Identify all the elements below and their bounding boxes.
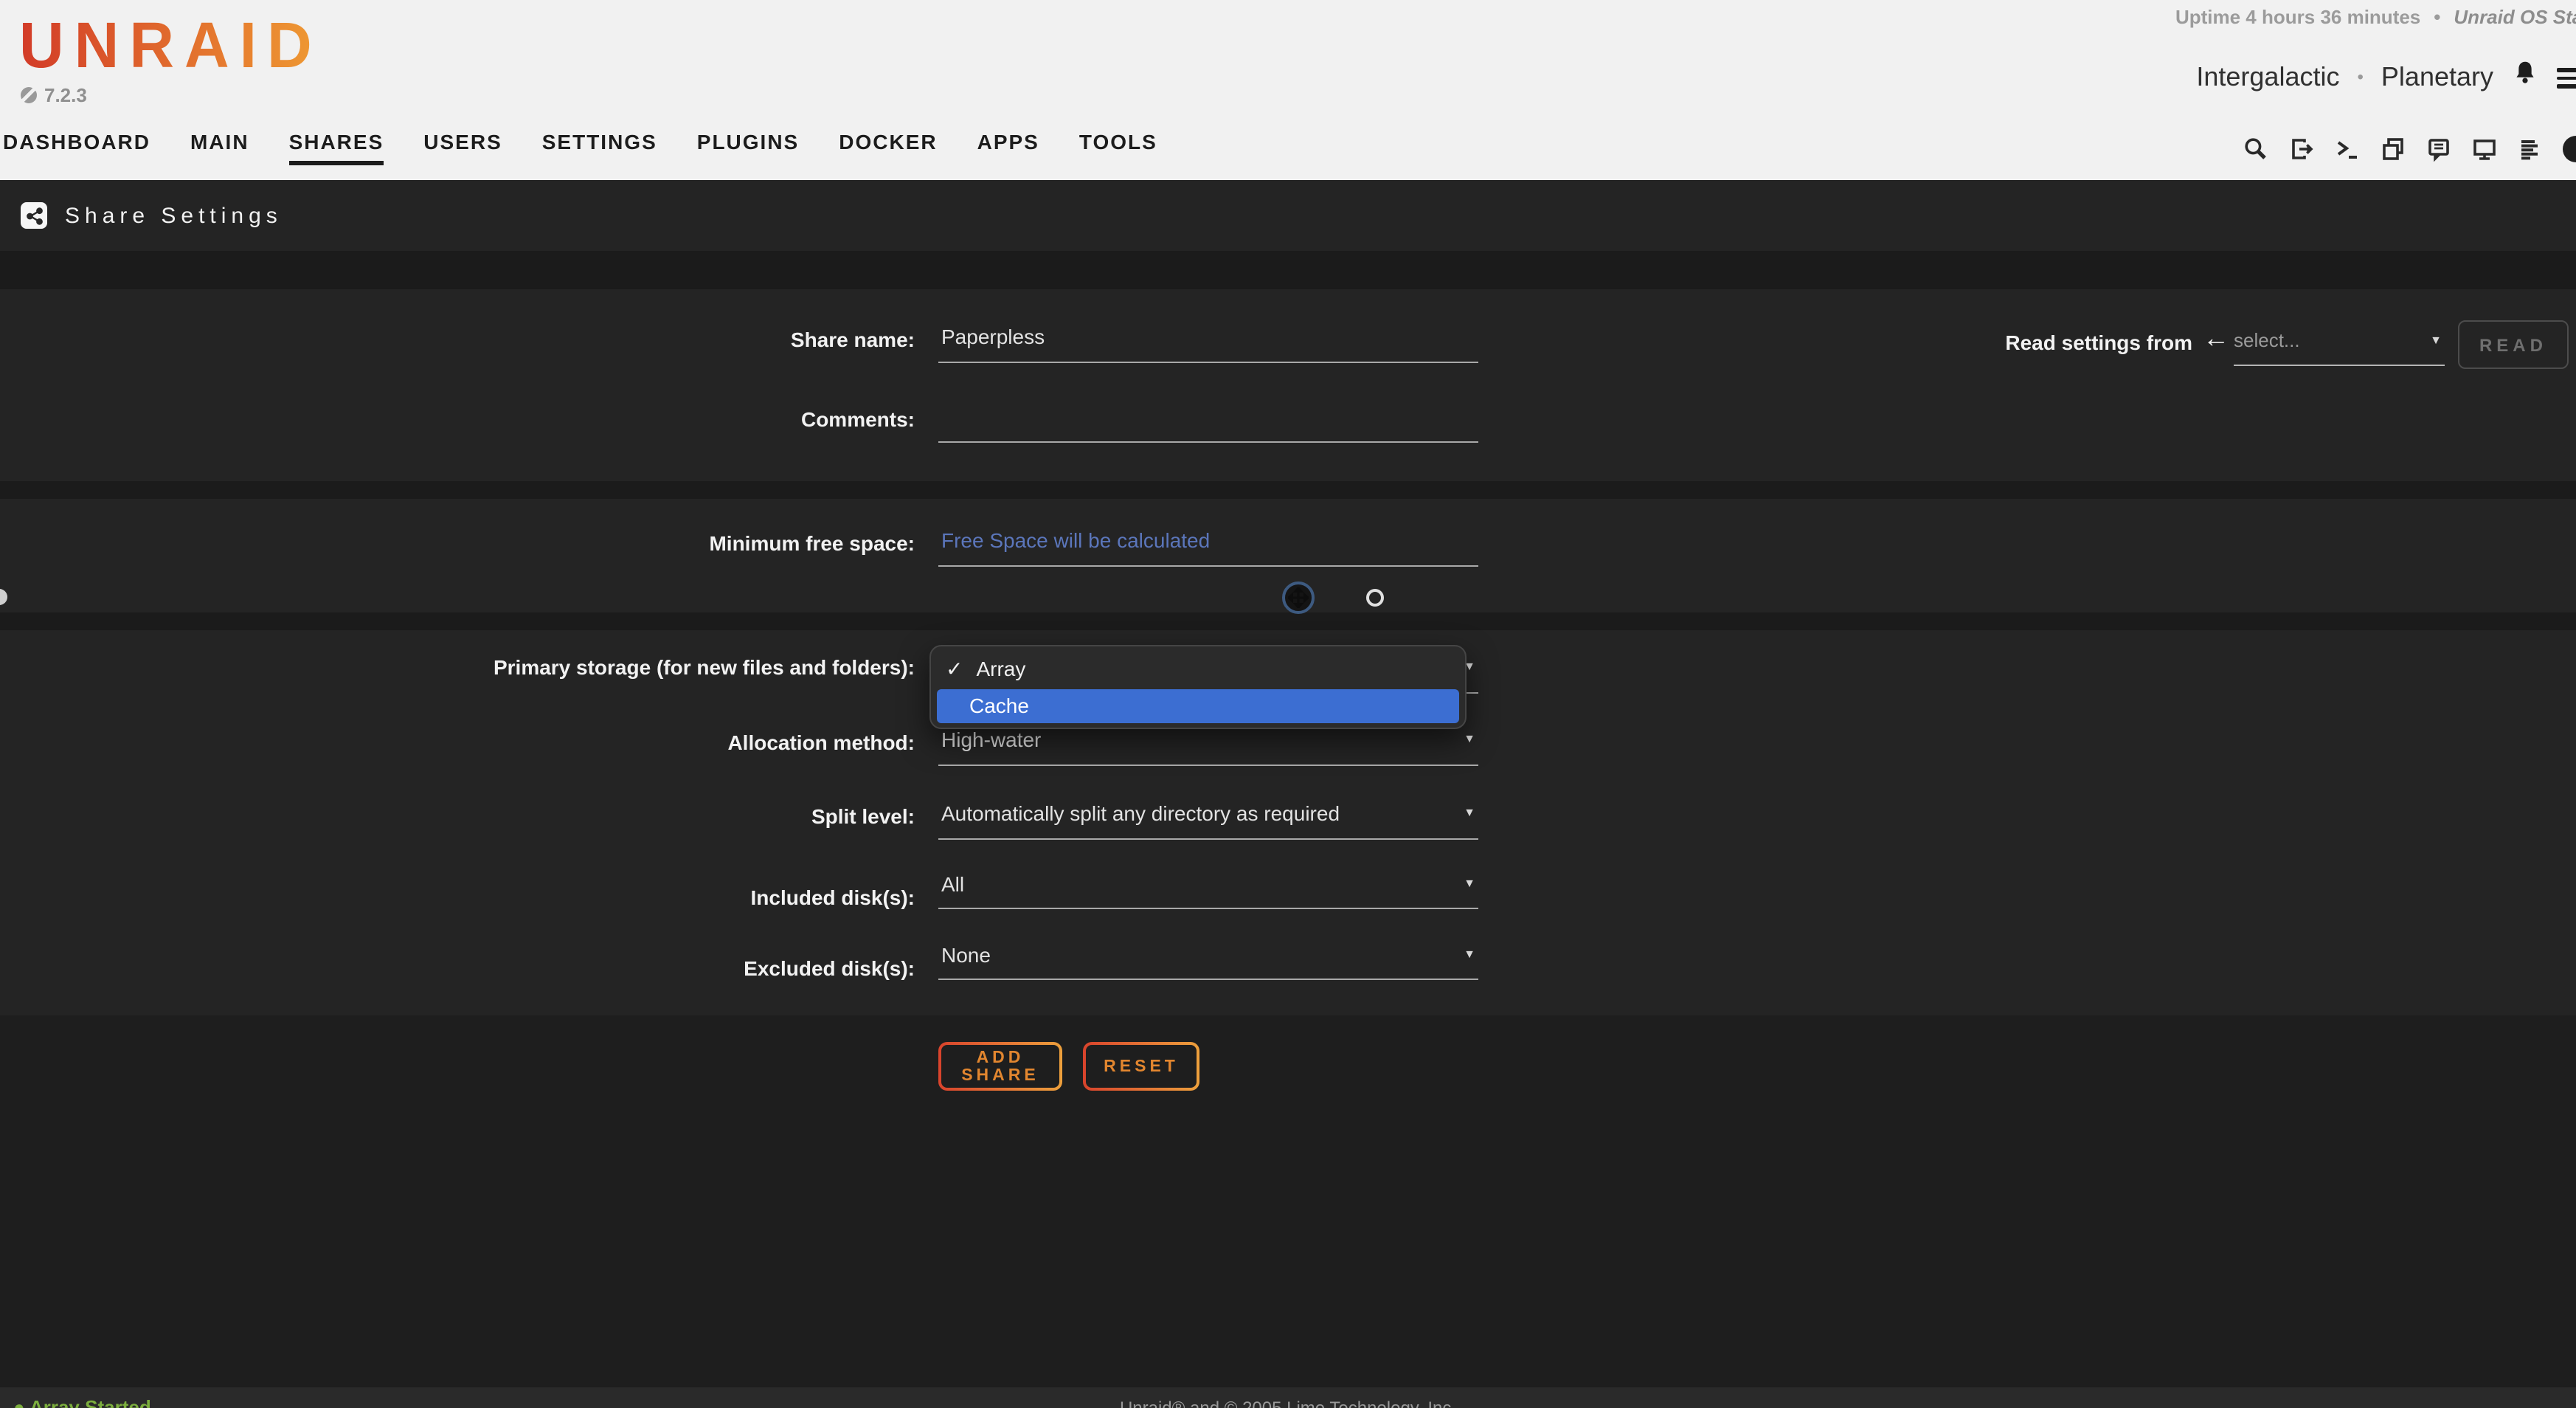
read-settings-label: Read settings from (1903, 331, 2192, 354)
option-array[interactable]: ✓ Array (946, 657, 1025, 682)
circle-cursor-icon (1366, 589, 1384, 607)
version-badge: 7.2.3 (21, 84, 87, 106)
version-icon (21, 87, 37, 103)
chevron-down-icon: ▼ (1464, 948, 1475, 961)
section-name-comments (0, 289, 2576, 481)
allocation-label: Allocation method: (0, 731, 915, 754)
unraid-webgui: UNRAID 7.2.3 Uptime 4 hours 36 minutes •… (0, 0, 2576, 1408)
option-array-label: Array (976, 657, 1025, 682)
split-level-value: Automatically split any directory as req… (938, 801, 1340, 825)
option-cache[interactable]: Cache (937, 689, 1459, 723)
toolbar-icons (2243, 136, 2576, 162)
nav-dashboard[interactable]: DASHBOARD (3, 130, 150, 161)
logout-icon[interactable] (2288, 136, 2315, 162)
header: UNRAID 7.2.3 Uptime 4 hours 36 minutes •… (0, 0, 2576, 180)
server-identity: Intergalactic • Planetary (2196, 59, 2576, 94)
nav-users[interactable]: USERS (423, 130, 502, 161)
nav-docker[interactable]: DOCKER (839, 130, 937, 161)
page-title-bar: Share Settings (0, 180, 2576, 251)
chevron-down-icon: ▼ (1464, 806, 1475, 819)
read-settings-select[interactable]: select... ▼ (2234, 328, 2445, 366)
nav-main[interactable]: MAIN (190, 130, 249, 161)
copy-icon[interactable] (2380, 136, 2406, 162)
nav-shares[interactable]: SHARES (289, 130, 384, 165)
log-icon[interactable] (2517, 136, 2544, 162)
feedback-icon[interactable] (2426, 136, 2452, 162)
main-nav: DASHBOARD MAIN SHARES USERS SETTINGS PLU… (3, 130, 1157, 165)
array-status[interactable]: ● Array Started (13, 1396, 151, 1408)
chevron-down-icon: ▼ (1464, 732, 1475, 745)
os-edition-text: Unraid OS Start (2454, 6, 2576, 28)
copyright-text: Unraid® and © 2005 Lime Technology, Inc. (1120, 1398, 1456, 1408)
min-free-label: Minimum free space: (0, 531, 915, 555)
nav-plugins[interactable]: PLUGINS (697, 130, 799, 161)
separator-dot: • (2358, 66, 2364, 87)
split-level-label: Split level: (0, 804, 915, 828)
search-icon[interactable] (2243, 136, 2269, 162)
excluded-disks-value: None (938, 943, 991, 967)
separator-dot: • (2434, 6, 2440, 28)
split-level-select[interactable]: Automatically split any directory as req… (938, 801, 1478, 840)
section-divider (0, 612, 2576, 630)
allocation-value: High-water (938, 728, 1041, 751)
excluded-disks-select[interactable]: None ▼ (938, 943, 1478, 980)
uptime-bar: Uptime 4 hours 36 minutes • Unraid OS St… (2175, 6, 2576, 28)
check-icon: ✓ (946, 657, 963, 682)
included-disks-label: Included disk(s): (0, 886, 915, 909)
unraid-logo[interactable]: UNRAID (19, 9, 322, 83)
section-divider (0, 481, 2576, 499)
primary-storage-label: Primary storage (for new files and folde… (0, 655, 915, 679)
uptime-text: Uptime 4 hours 36 minutes (2175, 6, 2420, 28)
server-name[interactable]: Intergalactic (2196, 61, 2339, 92)
comments-input[interactable] (938, 404, 1478, 443)
move-cursor-icon (1282, 582, 1315, 614)
version-number: 7.2.3 (44, 84, 87, 106)
avatar-partial[interactable] (2563, 136, 2576, 162)
section-divider (0, 251, 2576, 289)
excluded-disks-label: Excluded disk(s): (0, 956, 915, 980)
share-settings-icon[interactable] (21, 202, 47, 229)
included-disks-select[interactable]: All ▼ (938, 872, 1478, 909)
included-disks-value: All (938, 872, 964, 896)
chevron-down-icon: ▼ (1464, 877, 1475, 890)
nav-settings[interactable]: SETTINGS (542, 130, 657, 161)
add-share-button[interactable]: ADD SHARE (938, 1042, 1062, 1091)
menu-hamburger-icon[interactable] (2557, 66, 2576, 88)
primary-storage-dropdown: ✓ Array Cache (929, 645, 1467, 729)
allocation-select[interactable]: High-water ▼ (938, 728, 1478, 766)
min-free-input[interactable] (938, 528, 1478, 567)
notifications-bell-icon[interactable] (2511, 59, 2539, 94)
monitor-icon[interactable] (2471, 136, 2498, 162)
left-arrow-icon: ← (2203, 323, 2229, 354)
server-description: Planetary (2381, 61, 2493, 92)
read-settings-select-value: select... (2234, 329, 2300, 351)
reset-button[interactable]: RESET (1083, 1042, 1199, 1091)
share-name-input[interactable] (938, 325, 1478, 363)
terminal-icon[interactable] (2334, 136, 2361, 162)
nav-apps[interactable]: APPS (977, 130, 1039, 161)
page-title: Share Settings (65, 203, 283, 228)
comments-label: Comments: (0, 407, 915, 431)
chevron-down-icon: ▼ (2430, 334, 2442, 347)
nav-tools[interactable]: TOOLS (1079, 130, 1157, 161)
read-button[interactable]: READ (2458, 320, 2569, 369)
share-name-label: Share name: (0, 328, 915, 351)
